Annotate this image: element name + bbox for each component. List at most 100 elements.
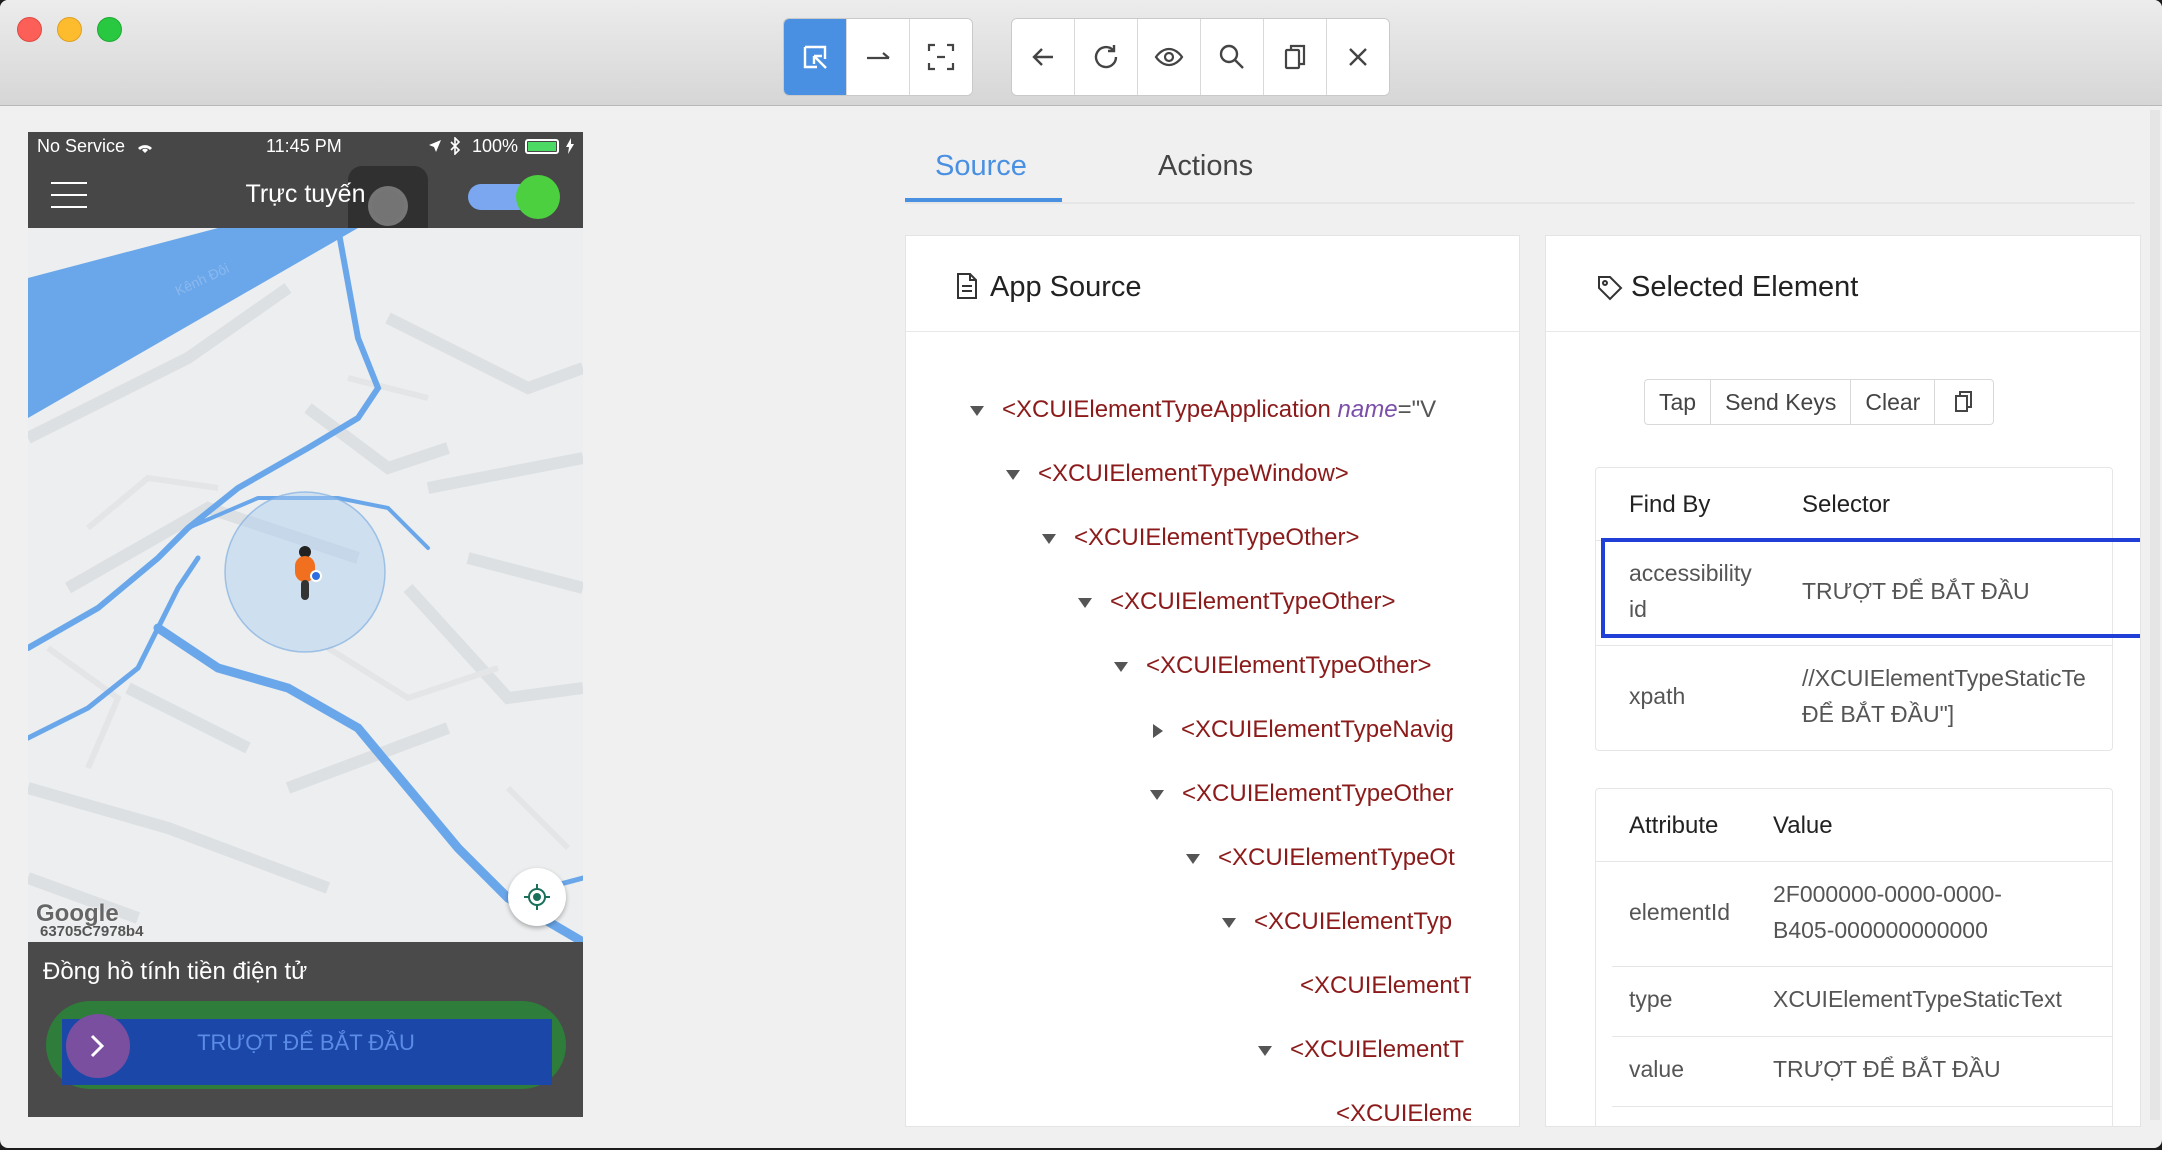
copy-attributes-button[interactable] <box>1935 380 1993 424</box>
inspector-tabs: Source Actions <box>905 140 2135 204</box>
collapse-arrow-icon[interactable] <box>1258 1045 1272 1056</box>
active-tab-indicator <box>905 198 1062 202</box>
refresh-button[interactable] <box>1075 19 1138 95</box>
close-window-button[interactable] <box>17 17 42 42</box>
time-text: 11:45 PM <box>266 136 342 156</box>
selector-value-2: ĐỂ BẮT ĐẦU"] <box>1802 701 1955 727</box>
tree-node[interactable]: <XCUIElementTypeOther> <box>1114 652 1431 680</box>
collapse-arrow-icon[interactable] <box>1222 917 1236 928</box>
app-nav-bar: Trực tuyến <box>28 162 583 252</box>
tree-node[interactable]: <XCUIElementTypeOther <box>1150 780 1453 808</box>
select-element-icon <box>803 45 827 69</box>
send-keys-button[interactable]: Send Keys <box>1711 380 1852 424</box>
collapse-arrow-icon[interactable] <box>1042 533 1056 544</box>
crosshair-icon <box>524 884 550 910</box>
back-button[interactable] <box>1012 19 1075 95</box>
selector-column-header: Selector <box>1802 491 1891 518</box>
tree-node[interactable]: <XCUIEleme <box>1336 1100 1471 1126</box>
attribute-name: elementId <box>1629 899 1731 925</box>
mode-toolbar <box>783 18 973 96</box>
tree-node[interactable]: <XCUIElementT <box>1300 972 1471 1000</box>
appium-inspector-window: No Service 11:45 PM 100% Trực tuyến Kênh… <box>0 0 2162 1148</box>
collapse-arrow-icon[interactable] <box>1078 597 1092 608</box>
ios-status-bar: No Service 11:45 PM 100% <box>28 132 583 162</box>
find-by-column-header: Find By <box>1629 491 1711 518</box>
selected-element-title: Selected Element <box>1631 271 1859 303</box>
attribute-name: type <box>1629 986 1673 1012</box>
app-source-header: App Source <box>906 236 1519 332</box>
eye-icon <box>1154 47 1184 67</box>
tree-node[interactable]: <XCUIElementTypeOther> <box>1078 588 1395 616</box>
bottom-panel: Đồng hồ tính tiền điện tử TRƯỢT ĐỂ BẮT Đ… <box>28 942 583 1117</box>
tab-actions[interactable]: Actions <box>1158 150 1253 183</box>
tab-source[interactable]: Source <box>935 150 1027 183</box>
collapse-arrow-icon[interactable] <box>970 405 984 416</box>
copy-xml-button[interactable] <box>1264 19 1327 95</box>
source-tree: <XCUIElementTypeApplication name="V <XCU… <box>906 332 1471 1126</box>
attribute-header: Attribute Value <box>1596 789 2112 862</box>
find-by-header: Find By Selector <box>1596 468 2112 541</box>
copy-icon <box>1284 44 1306 70</box>
device-screenshot[interactable]: No Service 11:45 PM 100% Trực tuyến Kênh… <box>28 132 583 1117</box>
refresh-icon <box>1094 45 1118 69</box>
tree-node[interactable]: <XCUIElementTypeNavig <box>1153 716 1454 744</box>
show-hidden-button[interactable] <box>1138 19 1201 95</box>
clear-button[interactable]: Clear <box>1851 380 1936 424</box>
collapse-arrow-icon[interactable] <box>1186 853 1200 864</box>
battery-icon <box>525 139 559 154</box>
my-location-button[interactable] <box>508 868 566 926</box>
attribute-value: XCUIElementTypeStaticText <box>1773 986 2062 1012</box>
tree-node[interactable]: <XCUIElementTypeWindow> <box>1006 460 1349 488</box>
file-icon <box>957 273 977 299</box>
collapse-arrow-icon[interactable] <box>1114 661 1128 672</box>
nav-toolbar <box>1011 18 1390 96</box>
attribute-table: Attribute Value elementId 2F000000-0000-… <box>1595 788 2113 1126</box>
online-toggle[interactable] <box>468 175 560 219</box>
attribute-row-elementid: elementId 2F000000-0000-0000- B405-00000… <box>1612 861 2112 967</box>
selected-element-panel: Selected Element Tap Send Keys Clear Fin… <box>1545 235 2141 1127</box>
expand-arrow-icon[interactable] <box>1153 723 1163 738</box>
tree-node[interactable]: <XCUIElementTypeOther> <box>1042 524 1359 552</box>
charging-icon <box>566 138 574 154</box>
device-code-text: 63705C7978b4 <box>40 923 144 940</box>
zoom-window-button[interactable] <box>97 17 122 42</box>
app-source-panel: App Source <XCUIElementTypeApplication n… <box>905 235 1520 1127</box>
slide-to-start-slider[interactable]: TRƯỢT ĐỂ BẮT ĐẦU <box>46 1001 566 1089</box>
app-source-title: App Source <box>990 271 1142 303</box>
collapse-arrow-icon[interactable] <box>1006 469 1020 480</box>
attribute-value-2: B405-000000000000 <box>1773 917 1988 943</box>
attribute-column-header: Attribute <box>1629 812 1719 839</box>
tree-node[interactable]: <XCUIElementTypeOt <box>1186 844 1455 872</box>
tap-coordinates-button[interactable] <box>910 19 972 95</box>
search-button[interactable] <box>1201 19 1264 95</box>
tap-button[interactable]: Tap <box>1645 380 1712 424</box>
tree-node[interactable]: <XCUIElementTypeApplication name="V <box>970 396 1436 424</box>
selector-value[interactable]: //XCUIElementTypeStaticTe <box>1802 665 2086 692</box>
quit-session-button[interactable] <box>1327 19 1389 95</box>
find-by-row-xpath[interactable]: xpath //XCUIElementTypeStaticTe ĐỂ BẮT Đ… <box>1596 645 2112 750</box>
battery-percent: 100% <box>472 136 519 156</box>
attribute-row-value: value TRƯỢT ĐỂ BẮT ĐẦU <box>1612 1036 2112 1107</box>
window-scrollbar[interactable] <box>2150 110 2160 1120</box>
tap-coordinates-icon <box>927 43 955 71</box>
title-bar <box>0 0 2162 106</box>
tree-node[interactable]: <XCUIElementT <box>1258 1036 1464 1064</box>
search-icon <box>1219 44 1244 69</box>
element-actions: Tap Send Keys Clear <box>1644 379 1995 425</box>
collapse-arrow-icon[interactable] <box>1150 789 1164 800</box>
select-element-button[interactable] <box>784 19 847 95</box>
meter-label: Đồng hồ tính tiền điện tử <box>43 958 308 985</box>
swipe-button[interactable] <box>847 19 910 95</box>
map-view[interactable]: Kênh Đôi Google 63705C7978b4 <box>28 228 583 942</box>
value-column-header: Value <box>1773 812 1833 839</box>
selection-highlight-box <box>1601 538 2140 638</box>
copy-icon <box>1955 391 1973 412</box>
tree-node[interactable]: <XCUIElementTyp <box>1222 908 1452 936</box>
minimize-window-button[interactable] <box>57 17 82 42</box>
attribute-value: TRƯỢT ĐỂ BẮT ĐẦU <box>1773 1056 2001 1082</box>
attribute-row-type: type XCUIElementTypeStaticText <box>1612 966 2112 1037</box>
slide-to-start-label: TRƯỢT ĐỂ BẮT ĐẦU <box>197 1030 415 1055</box>
bluetooth-icon <box>450 137 461 155</box>
attribute-name: value <box>1629 1056 1684 1082</box>
tag-icon <box>1598 276 1623 301</box>
